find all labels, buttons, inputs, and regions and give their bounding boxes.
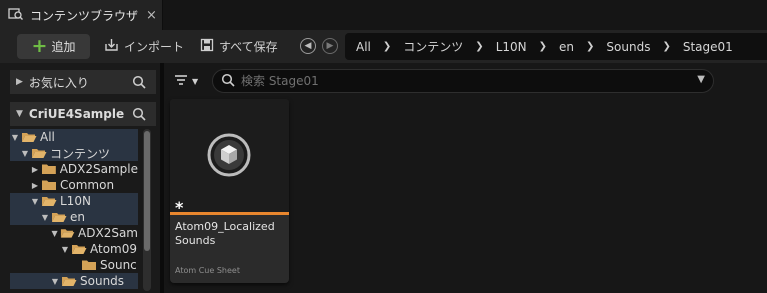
- chevron-down-icon: ▼: [192, 76, 199, 86]
- tree-item-label: All: [40, 130, 55, 144]
- folder-icon: [61, 229, 75, 238]
- tree-item-label: Sounc: [100, 258, 137, 272]
- chevron-right-icon: ▶: [16, 77, 23, 87]
- folder-icon: [41, 164, 56, 174]
- breadcrumb-en[interactable]: en: [559, 40, 574, 54]
- forward-button[interactable]: ▶: [322, 38, 338, 54]
- chevron-down-icon[interactable]: ▼: [20, 149, 30, 158]
- tree-item[interactable]: ▼ L10N: [10, 193, 138, 209]
- folder-icon: [52, 213, 67, 222]
- tree-item[interactable]: ▼ Atom09: [10, 241, 138, 257]
- tree-item[interactable]: ▼ コンテンツ: [10, 145, 138, 161]
- folder-icon: [62, 277, 77, 286]
- tab-title: コンテンツブラウザ: [30, 8, 139, 23]
- asset-type-color-bar: [170, 212, 289, 215]
- tree-item-label: Sounds: [80, 274, 125, 288]
- tree-item[interactable]: ▼ Sounds: [10, 273, 138, 289]
- favorites-header[interactable]: ▶ お気に入り: [10, 70, 156, 94]
- chevron-right-icon[interactable]: ▶: [30, 165, 40, 174]
- tree-item-label: コンテンツ: [50, 146, 111, 161]
- tree-item-label: Atom09: [90, 242, 138, 256]
- folder-icon: [72, 245, 87, 254]
- asset-thumbnail: [170, 99, 289, 212]
- plus-icon: +: [31, 35, 48, 57]
- asset-view: ▼ ▼ * Atom09_Localized Sounds Atom Cue S…: [164, 63, 767, 293]
- favorites-label: お気に入り: [28, 75, 89, 90]
- add-button-label: 追加: [51, 40, 76, 54]
- folder-icon: [42, 197, 57, 206]
- import-button[interactable]: インポート: [104, 34, 184, 59]
- back-button[interactable]: ◀: [300, 38, 316, 54]
- filter-icon: [174, 74, 188, 89]
- import-label: インポート: [124, 40, 185, 54]
- add-button[interactable]: + 追加: [17, 34, 90, 59]
- project-header[interactable]: ▼ CriUE4Sample: [10, 102, 156, 126]
- tree-item[interactable]: ▼ ADX2Sam: [10, 225, 138, 241]
- search-icon: [221, 73, 235, 90]
- tree-item-label: ADX2Sam: [78, 226, 138, 240]
- tree-scrollbar-thumb[interactable]: [144, 131, 150, 251]
- tree-item-label: L10N: [60, 194, 91, 208]
- tree-item[interactable]: Sounc: [10, 257, 138, 273]
- sources-panel: ▶ お気に入り ▼ CriUE4Sample ▼ All ▼ コンテンツ ▶ ADX2Sa…: [0, 63, 160, 293]
- tree-item-label: Common: [60, 178, 115, 192]
- asset-type: Atom Cue Sheet: [175, 266, 240, 275]
- breadcrumb-stage01[interactable]: Stage01: [683, 40, 733, 54]
- chevron-down-icon[interactable]: ▼: [697, 74, 705, 85]
- tree-item[interactable]: ▶ Common: [10, 177, 138, 193]
- chevron-down-icon[interactable]: ▼: [30, 197, 40, 206]
- breadcrumb-all[interactable]: All: [356, 40, 371, 54]
- tree-item-label: en: [70, 210, 85, 224]
- breadcrumb: All ❯ コンテンツ ❯ L10N ❯ en ❯ Sounds ❯ Stage…: [345, 33, 767, 60]
- arrow-left-icon: ◀: [304, 41, 312, 51]
- chevron-down-icon: ▼: [16, 109, 23, 119]
- tree-item[interactable]: ▼ All: [10, 129, 138, 145]
- breadcrumb-chevron-icon[interactable]: ❯: [586, 41, 594, 52]
- cube-icon: [207, 133, 251, 177]
- breadcrumb-contents[interactable]: コンテンツ: [403, 38, 463, 55]
- breadcrumb-sounds[interactable]: Sounds: [606, 40, 650, 54]
- tree-item-label: ADX2Sample: [59, 162, 138, 176]
- chevron-down-icon[interactable]: ▼: [50, 229, 59, 238]
- chevron-down-icon[interactable]: ▼: [60, 245, 70, 254]
- chevron-down-icon[interactable]: ▼: [10, 133, 20, 142]
- tab-content-browser[interactable]: コンテンツブラウザ ×: [0, 0, 163, 30]
- search-icon[interactable]: [132, 107, 146, 124]
- chevron-down-icon[interactable]: ▼: [40, 213, 50, 222]
- save-icon: [200, 38, 214, 55]
- breadcrumb-chevron-icon[interactable]: ❯: [475, 41, 483, 52]
- project-label: CriUE4Sample: [28, 107, 125, 121]
- asset-name: Atom09_Localized Sounds: [175, 220, 275, 247]
- tab-bar: コンテンツブラウザ ×: [0, 0, 767, 30]
- arrow-right-icon: ▶: [326, 41, 334, 51]
- chevron-right-icon[interactable]: ▶: [30, 181, 40, 190]
- folder-icon: [42, 180, 56, 190]
- chevron-down-icon[interactable]: ▼: [50, 277, 60, 286]
- asset-tile[interactable]: * Atom09_Localized Sounds Atom Cue Sheet: [170, 99, 289, 283]
- close-tab-button[interactable]: ×: [146, 8, 157, 23]
- tree-item[interactable]: ▼ en: [10, 209, 138, 225]
- folder-icon: [82, 260, 96, 270]
- save-all-button[interactable]: すべて保存: [200, 34, 278, 59]
- filter-button[interactable]: ▼: [174, 71, 198, 91]
- breadcrumb-chevron-icon[interactable]: ❯: [383, 41, 391, 52]
- content-browser-icon: [8, 7, 24, 24]
- folder-icon: [32, 149, 47, 158]
- folder-icon: [22, 133, 37, 142]
- search-field[interactable]: ▼: [212, 69, 714, 93]
- folder-tree: ▼ All ▼ コンテンツ ▶ ADX2Sample ▶ Common ▼ L10N ▼ en ▼ ADX…: [10, 129, 138, 293]
- tree-item[interactable]: ▶ ADX2Sample: [10, 161, 138, 177]
- breadcrumb-l10n[interactable]: L10N: [496, 40, 527, 54]
- breadcrumb-chevron-icon[interactable]: ❯: [539, 41, 547, 52]
- search-icon[interactable]: [132, 75, 146, 92]
- breadcrumb-chevron-icon[interactable]: ❯: [662, 41, 670, 52]
- import-icon: [104, 38, 119, 55]
- toolbar: + 追加 インポート すべて保存 ◀ ▶ All ❯ コンテンツ ❯ L10N …: [0, 30, 767, 63]
- search-input[interactable]: [241, 74, 681, 88]
- save-all-label: すべて保存: [219, 40, 278, 54]
